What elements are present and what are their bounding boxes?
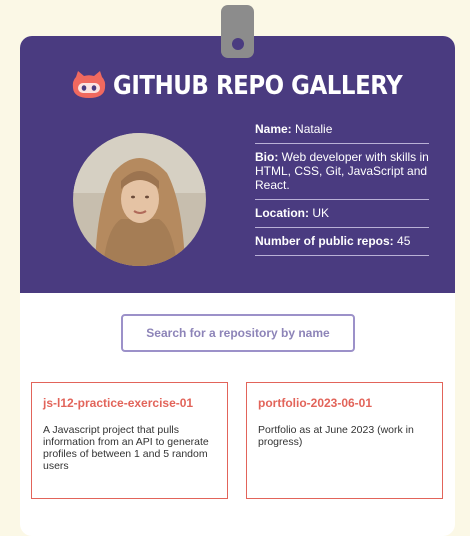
location-value: UK: [312, 206, 330, 220]
search-box: [121, 314, 355, 352]
repo-name[interactable]: portfolio-2023-06-01: [258, 396, 431, 410]
gallery-card: GITHUB REPO GALLERY Name: Natalie Bio: W…: [20, 36, 455, 536]
profile-repos-row: Number of public repos: 45: [255, 228, 429, 256]
profile-header: GITHUB REPO GALLERY Name: Natalie Bio: W…: [20, 36, 455, 293]
name-label: Name:: [255, 122, 292, 136]
location-label: Location:: [255, 206, 309, 220]
search-input[interactable]: [123, 315, 353, 351]
bio-label: Bio:: [255, 150, 279, 164]
page-title-text: GITHUB REPO GALLERY: [113, 71, 403, 101]
repo-description: A Javascript project that pulls informat…: [43, 424, 209, 472]
name-value: Natalie: [295, 122, 333, 136]
profile-bio-row: Bio: Web developer with skills in HTML, …: [255, 144, 429, 200]
bio-value: Web developer with skills in HTML, CSS, …: [255, 150, 429, 192]
avatar: [73, 133, 206, 266]
repos-count-label: Number of public repos:: [255, 234, 394, 248]
page-title: GITHUB REPO GALLERY: [72, 66, 442, 106]
repo-card[interactable]: js-l12-practice-exercise-01 A Javascript…: [31, 382, 228, 499]
github-octocat-icon: [72, 71, 106, 98]
profile-info: Name: Natalie Bio: Web developer with sk…: [255, 116, 429, 256]
profile-name-row: Name: Natalie: [255, 116, 429, 144]
repo-name[interactable]: js-l12-practice-exercise-01: [43, 396, 216, 410]
repo-description: Portfolio as at June 2023 (work in progr…: [258, 424, 414, 448]
clipboard-clip: [221, 5, 254, 58]
profile-location-row: Location: UK: [255, 200, 429, 228]
repo-card[interactable]: portfolio-2023-06-01 Portfolio as at Jun…: [246, 382, 443, 499]
clip-hole: [232, 38, 244, 50]
repos-count-value: 45: [397, 234, 411, 248]
